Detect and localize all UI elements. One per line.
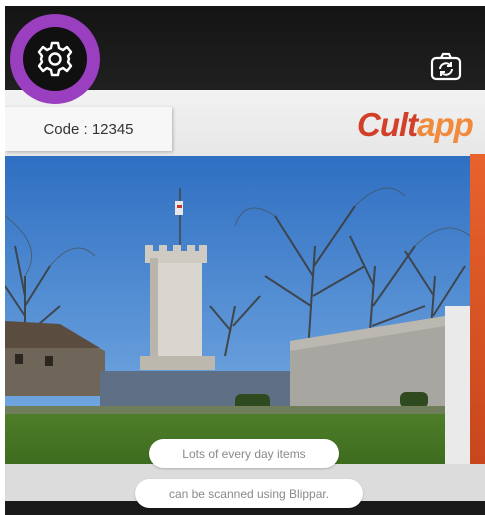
code-label: Code : 12345: [43, 120, 134, 138]
castle-photo-image: [5, 156, 470, 466]
logo-text-app: app: [417, 106, 474, 143]
settings-button[interactable]: [10, 14, 100, 104]
logo-text-ult: ult: [379, 106, 418, 143]
settings-button-inner: [23, 27, 87, 91]
slide-accent-bar: [470, 154, 485, 464]
code-label-box: Code : 12345: [5, 107, 172, 151]
caption-text-2: can be scanned using Blippar.: [168, 486, 330, 501]
camera-switch-icon: [430, 52, 462, 81]
switch-camera-button[interactable]: [427, 48, 465, 86]
caption-text-1: Lots of every day items: [182, 446, 306, 461]
caption-line-2: can be scanned using Blippar.: [135, 479, 363, 508]
gear-icon: [37, 41, 73, 77]
castle-photo: [5, 156, 470, 466]
logo-letter-c: C: [357, 106, 381, 143]
caption-line-1: Lots of every day items: [149, 439, 339, 468]
cultapp-logo: Cultapp: [357, 106, 474, 146]
